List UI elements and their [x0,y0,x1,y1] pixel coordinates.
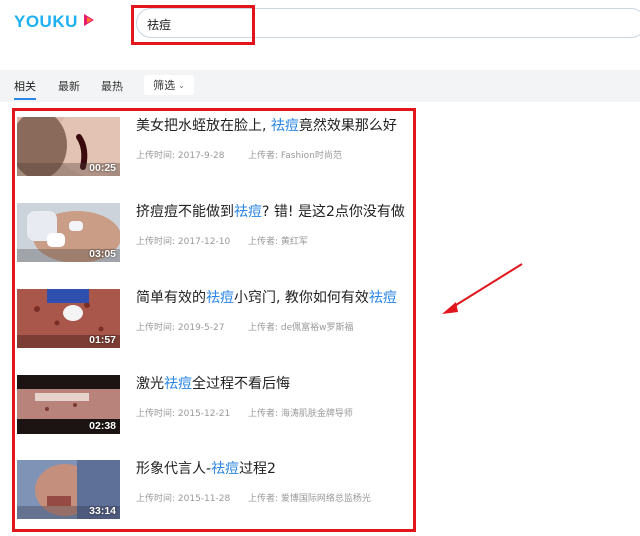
tab-newest[interactable]: 最新 [58,78,80,94]
uploader-name[interactable]: 上传者: 黄红军 [248,234,308,247]
uploader-name[interactable]: 上传者: 爱博国际网络总监杨光 [248,491,371,504]
uploader-name[interactable]: 上传者: Fashion时尚范 [248,148,342,161]
video-result[interactable]: 02:38 激光祛痘全过程不看后悔 上传时间: 2015-12-21 上传者: … [17,375,407,455]
video-duration: 03:05 [89,248,116,260]
video-duration: 33:14 [89,505,116,517]
filter-label: 筛选 [153,79,176,92]
video-thumbnail[interactable]: 03:05 [17,203,120,262]
uploader-name[interactable]: 上传者: 海涛肌肤金牌导师 [248,406,353,419]
video-title[interactable]: 美女把水蛭放在脸上, 祛痘竟然效果那么好 [136,117,397,135]
video-title[interactable]: 形象代言人-祛痘过程2 [136,460,276,478]
header: YOUKU [0,0,640,68]
annotation-arrow-icon [442,263,523,314]
youku-logo[interactable]: YOUKU [14,12,97,32]
video-thumbnail[interactable]: 02:38 [17,375,120,434]
upload-date: 上传时间: 2019-5-27 [136,323,225,333]
video-result[interactable]: 33:14 形象代言人-祛痘过程2 上传时间: 2015-11-28 上传者: … [17,460,407,536]
search-highlight-box [131,5,255,45]
tab-hottest[interactable]: 最热 [101,78,123,94]
video-result[interactable]: 03:05 挤痘痘不能做到祛痘? 错! 是这2点你没有做 上传时间: 2017-… [17,203,407,283]
tab-bar: 相关 最新 最热 筛选 ⌄ [0,70,640,102]
video-thumbnail[interactable]: 01:57 [17,289,120,348]
play-arrow-icon [81,12,97,32]
upload-date: 上传时间: 2017-9-28 [136,151,225,161]
video-title[interactable]: 挤痘痘不能做到祛痘? 错! 是这2点你没有做 [136,203,405,221]
video-result[interactable]: 00:25 美女把水蛭放在脸上, 祛痘竟然效果那么好 上传时间: 2017-9-… [17,117,407,197]
video-duration: 02:38 [89,420,116,432]
upload-date: 上传时间: 2017-12-10 [136,237,231,247]
upload-date: 上传时间: 2015-12-21 [136,409,231,419]
logo-text: YOUKU [14,12,78,31]
tab-relevant[interactable]: 相关 [14,78,36,94]
video-duration: 00:25 [89,162,116,174]
video-thumbnail[interactable]: 33:14 [17,460,120,519]
active-tab-indicator [14,98,36,100]
video-result[interactable]: 01:57 简单有效的祛痘小窍门, 教你如何有效祛痘 上传时间: 2019-5-… [17,289,407,369]
video-title[interactable]: 简单有效的祛痘小窍门, 教你如何有效祛痘 [136,289,397,307]
chevron-down-icon: ⌄ [178,80,185,90]
filter-button[interactable]: 筛选 ⌄ [144,75,194,95]
uploader-name[interactable]: 上传者: de佩富裕w罗斯福 [248,320,354,333]
video-duration: 01:57 [89,334,116,346]
video-title[interactable]: 激光祛痘全过程不看后悔 [136,375,290,393]
video-thumbnail[interactable]: 00:25 [17,117,120,176]
upload-date: 上传时间: 2015-11-28 [136,494,231,504]
